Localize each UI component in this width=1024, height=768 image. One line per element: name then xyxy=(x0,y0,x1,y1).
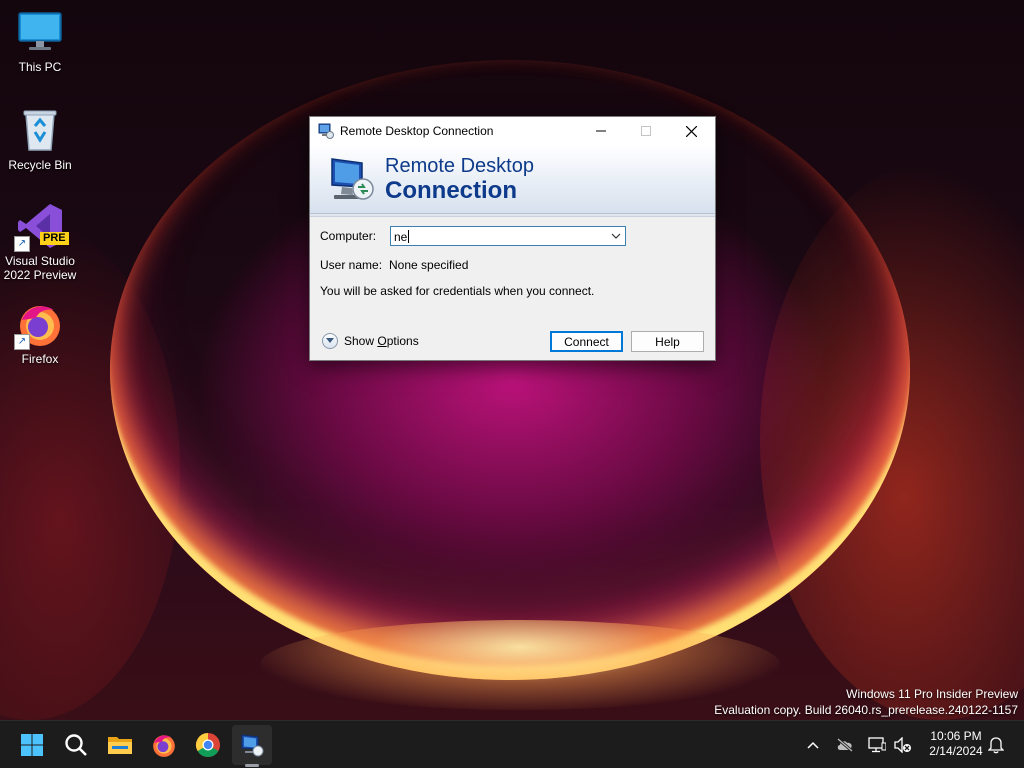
start-icon xyxy=(21,734,43,756)
maximize-icon xyxy=(641,126,651,136)
desktop-icon-label: This PC xyxy=(18,60,62,74)
dialog-banner: Remote Desktop Connection xyxy=(310,145,715,214)
desktop-icon-firefox[interactable]: ↗ Firefox xyxy=(0,300,80,366)
dialog-title: Remote Desktop Connection xyxy=(340,124,494,138)
bell-icon xyxy=(988,737,1004,754)
taskbar: 10:06 PM 2/14/2024 xyxy=(0,720,1024,768)
volume-tray-button[interactable] xyxy=(893,735,913,755)
username-label: User name: xyxy=(320,258,383,272)
recycle-bin-icon xyxy=(16,106,64,154)
onedrive-icon xyxy=(837,738,853,752)
firefox-taskbar-button[interactable] xyxy=(148,729,180,761)
shortcut-arrow-icon: ↗ xyxy=(14,236,30,252)
show-options-label: Show Options xyxy=(344,334,419,348)
shortcut-arrow-icon: ↗ xyxy=(14,334,30,350)
show-options-button[interactable]: Show Options xyxy=(322,333,419,349)
watermark-line-1: Windows 11 Pro Insider Preview xyxy=(846,687,1018,701)
remote-desktop-banner-icon xyxy=(326,153,378,205)
dialog-titlebar[interactable]: Remote Desktop Connection xyxy=(310,117,715,145)
watermark-line-2: Evaluation copy. Build 26040.rs_prerelea… xyxy=(714,703,1018,717)
remote-desktop-taskbar-button[interactable] xyxy=(232,725,272,765)
clock-date: 2/14/2024 xyxy=(929,744,983,758)
username-value: None specified xyxy=(389,258,469,272)
firefox-icon: ↗ xyxy=(14,300,64,350)
connect-button[interactable]: Connect xyxy=(550,331,623,352)
chevron-up-icon xyxy=(807,741,819,749)
search-button[interactable] xyxy=(60,729,92,761)
onedrive-tray-button[interactable] xyxy=(835,735,855,755)
desktop-icon-label: Recycle Bin xyxy=(8,158,72,172)
minimize-icon xyxy=(596,130,606,132)
expand-circle-icon xyxy=(322,333,338,349)
chrome-icon xyxy=(195,733,220,758)
visual-studio-icon: PRE ↗ xyxy=(14,202,69,252)
banner-title-line-2: Connection xyxy=(385,177,517,204)
windows-watermark: Windows 11 Pro Insider Preview Evaluatio… xyxy=(714,686,1018,718)
desktop-icon-label: Firefox xyxy=(21,352,59,366)
file-explorer-button[interactable] xyxy=(104,729,136,761)
chrome-taskbar-button[interactable] xyxy=(192,729,224,761)
text-caret xyxy=(408,230,409,243)
computer-input-value[interactable]: ne xyxy=(394,230,407,244)
volume-muted-icon xyxy=(894,737,911,753)
minimize-button[interactable] xyxy=(578,117,624,145)
active-app-indicator xyxy=(245,764,259,767)
close-icon xyxy=(685,125,697,137)
network-tray-button[interactable] xyxy=(867,735,887,755)
file-explorer-icon xyxy=(108,737,132,754)
dropdown-button[interactable] xyxy=(607,227,625,245)
close-button[interactable] xyxy=(668,117,714,145)
show-hidden-icons-button[interactable] xyxy=(803,735,823,755)
credentials-info-text: You will be asked for credentials when y… xyxy=(320,284,595,298)
computer-combobox[interactable]: ne xyxy=(390,226,626,246)
preview-badge: PRE xyxy=(40,232,69,245)
help-button[interactable]: Help xyxy=(631,331,704,352)
desktop-icon-label: Visual Studio 2022 Preview xyxy=(3,254,77,282)
desktop-icon-this-pc[interactable]: This PC xyxy=(0,8,80,74)
search-icon xyxy=(65,734,87,756)
remote-desktop-dialog: Remote Desktop Connection Remote Desktop… xyxy=(309,116,716,361)
banner-title-line-1: Remote Desktop xyxy=(385,155,534,177)
maximize-button[interactable] xyxy=(623,117,669,145)
start-button[interactable] xyxy=(16,729,48,761)
remote-desktop-icon xyxy=(318,123,334,139)
desktop-icon-recycle-bin[interactable]: Recycle Bin xyxy=(0,106,80,172)
network-icon xyxy=(868,737,886,753)
computer-label: Computer: xyxy=(320,229,377,243)
chevron-down-icon xyxy=(611,233,621,239)
notifications-button[interactable] xyxy=(986,735,1006,755)
clock[interactable]: 10:06 PM 2/14/2024 xyxy=(920,729,992,759)
firefox-icon xyxy=(153,735,175,757)
desktop-icon-visual-studio[interactable]: PRE ↗ Visual Studio 2022 Preview xyxy=(0,202,80,282)
remote-desktop-icon xyxy=(241,734,264,757)
monitor-icon xyxy=(16,8,64,56)
clock-time: 10:06 PM xyxy=(930,729,982,743)
dialog-body: Computer: ne User name: None specified Y… xyxy=(310,217,715,357)
